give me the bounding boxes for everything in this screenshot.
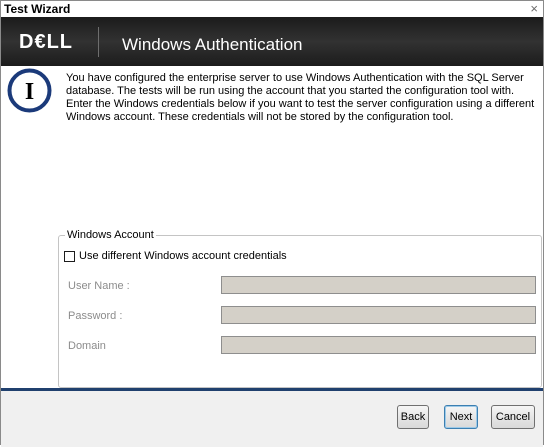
domain-field[interactable] [221,336,536,354]
header-banner: D€LL Windows Authentication [1,17,543,66]
use-different-credentials-option[interactable]: Use different Windows account credential… [64,249,287,263]
group-legend: Windows Account [65,229,156,241]
dell-logo: D€LL [19,31,73,53]
domain-label: Domain [68,340,106,352]
banner-divider [98,27,99,57]
info-icon: I [7,68,52,113]
window-title: Test Wizard [4,2,71,16]
password-field[interactable] [221,306,536,324]
info-message: You have configured the enterprise serve… [66,72,535,123]
page-heading: Windows Authentication [122,35,303,54]
password-label: Password : [68,310,123,322]
user-name-field[interactable] [221,276,536,294]
back-button[interactable]: Back [397,405,429,429]
close-icon[interactable]: × [530,1,538,16]
info-icon-glyph: I [25,79,34,105]
wizard-window: Test Wizard × D€LL Windows Authenticatio… [0,0,544,447]
title-bar[interactable]: Test Wizard × [1,1,543,17]
use-different-credentials-checkbox[interactable] [64,250,75,262]
use-different-credentials-label[interactable]: Use different Windows account credential… [79,250,287,262]
user-name-label: User Name : [68,280,130,292]
next-button[interactable]: Next [444,405,478,429]
cancel-button[interactable]: Cancel [491,405,535,429]
